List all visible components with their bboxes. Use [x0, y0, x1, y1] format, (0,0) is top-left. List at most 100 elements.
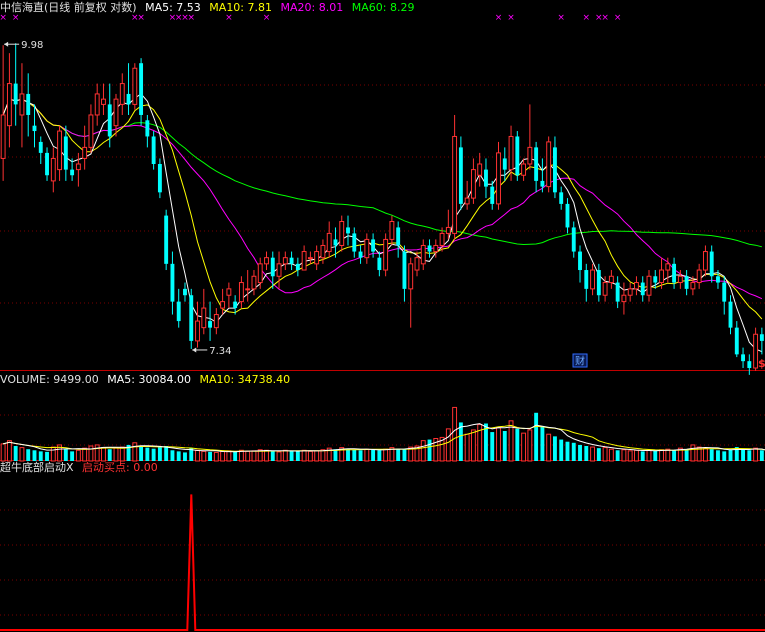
volume-bar [427, 439, 432, 461]
candle-body-up [389, 221, 395, 240]
candle-body-down [63, 136, 68, 170]
indicator-header: 超牛底部启动X 启动买点: 0.00 [0, 461, 163, 474]
annotation-arrow-icon [4, 41, 9, 47]
volume-bar [13, 446, 18, 461]
volume-bar [565, 441, 570, 461]
magenta-x-icon: × [0, 13, 7, 23]
volume-bar [183, 452, 187, 461]
volume-bar [722, 451, 727, 461]
volume-bar [665, 448, 671, 462]
candle-body-down [747, 361, 752, 368]
candle-body-up [364, 238, 370, 259]
candle-body-up [57, 130, 63, 171]
volume-bar [251, 450, 257, 462]
volume-bar [445, 428, 451, 462]
volume-bar [552, 436, 557, 461]
volume-bar [584, 446, 589, 461]
candle-body-up [282, 257, 288, 265]
volume-bar [534, 412, 539, 461]
volume-bar [151, 448, 156, 461]
candle-body-down [615, 282, 620, 302]
volume-bar [590, 446, 596, 462]
candle-body-up [88, 114, 94, 148]
magenta-x-icon: × [557, 13, 565, 23]
candle-body-up [696, 269, 702, 284]
volume-bar [383, 448, 389, 462]
candle-body-up [75, 163, 81, 171]
magenta-x-icon: × [614, 13, 622, 23]
candle-body-down [13, 83, 18, 105]
volume-bar [747, 450, 752, 461]
candle-body-down [490, 186, 495, 204]
candle-body-down [38, 141, 43, 153]
volume-bar [546, 433, 552, 462]
candle-body-down [534, 147, 539, 181]
finance-badge-text: 财 [575, 355, 585, 368]
volume-bar [107, 449, 112, 461]
candle-body-up [627, 288, 633, 296]
volume-ma10-legend: MA10: 34738.40 [199, 373, 291, 386]
candle-body-up [0, 114, 6, 159]
candle-body-down [515, 136, 520, 176]
volume-bar [396, 448, 401, 461]
volume-bar [602, 447, 608, 462]
candle-body-down [672, 263, 677, 283]
volume-bar [119, 446, 125, 462]
volume-bar [38, 451, 43, 461]
candle-body-down [640, 282, 645, 296]
candle-body-up [226, 288, 232, 296]
candle-body-up [690, 282, 696, 290]
volume-bar [164, 446, 169, 461]
candle-body-up [608, 275, 614, 284]
magenta-x-icon: × [601, 13, 609, 23]
volume-bar [50, 446, 56, 462]
candle-body-up [238, 282, 244, 303]
ma5-legend: MA5: 7.53 [145, 1, 201, 14]
candle-body-up [119, 83, 125, 105]
volume-bar [201, 450, 207, 462]
candle-body-down [578, 251, 582, 271]
volume-bar [527, 429, 533, 462]
ma20-line [2, 98, 763, 300]
candle-body-down [333, 239, 338, 246]
candle-body-down [151, 136, 156, 165]
volume-label: VOLUME: 9499.00 [0, 373, 99, 386]
candle-body-up [339, 221, 345, 246]
candle-body-down [70, 169, 75, 176]
candle-body-up [464, 197, 470, 205]
candle-body-down [45, 152, 49, 176]
candle-body-up [414, 257, 420, 271]
candle-body-up [452, 135, 458, 234]
candle-body-up [94, 93, 100, 116]
volume-bar [741, 449, 745, 461]
volume-bar [371, 449, 376, 461]
volume-bar [640, 451, 645, 461]
volume-bar [19, 447, 25, 462]
volume-bar [402, 449, 407, 461]
candle-body-down [759, 334, 764, 341]
volume-bar [70, 451, 75, 461]
magenta-x-icon: × [137, 13, 145, 23]
candle-body-up [470, 169, 476, 199]
volume-bar [559, 439, 564, 461]
volume-bar [63, 449, 68, 461]
candle-body-up [521, 163, 527, 176]
candle-body-down [139, 63, 144, 115]
candle-body-up [646, 275, 652, 296]
volume-bar [659, 449, 664, 462]
volume-bar [113, 447, 119, 462]
candle-body-down [502, 158, 507, 170]
candle-body-down [233, 301, 238, 309]
volume-bar [276, 451, 282, 462]
candle-body-up [665, 263, 671, 271]
candle-body-up [546, 141, 552, 188]
candle-body-down [377, 257, 382, 271]
price-annotation-label: 7.34 [209, 346, 231, 357]
candle-body-down [32, 125, 37, 132]
volume-bar [420, 440, 426, 462]
stock-chart[interactable]: × × ×× ×××× × × × × × × ×× ×财 $ 9.987.34 [0, 0, 765, 632]
candle-body-up [245, 288, 251, 291]
candle-body-up [439, 232, 445, 246]
volume-bar [101, 447, 106, 462]
volume-bar [490, 432, 495, 461]
